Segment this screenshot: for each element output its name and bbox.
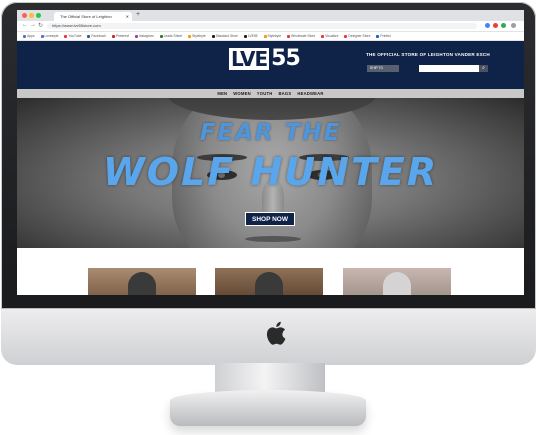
bookmark-item[interactable]: Pinterest	[111, 34, 129, 38]
imac-stand-foot	[170, 390, 366, 426]
bookmark-icon	[211, 34, 215, 38]
bookmark-icon	[376, 34, 380, 38]
bookmark-icon	[263, 34, 267, 38]
extension-icon[interactable]	[501, 23, 506, 28]
bookmark-item[interactable]: Visualize	[321, 34, 338, 38]
search-icon: ⌕	[482, 65, 485, 71]
bookmark-item[interactable]: Stylebyte	[188, 34, 206, 38]
bookmark-icon	[243, 34, 247, 38]
bookmark-item[interactable]: YouTube	[64, 34, 81, 38]
bookmarks-bar: Apps Lovestyle YouTube Facebook Pinteres…	[17, 32, 524, 41]
site-tagline: THE OFFICIAL STORE OF LEIGHTON VANDER ES…	[366, 52, 490, 57]
close-window-button[interactable]	[22, 13, 27, 18]
nav-item-headwear[interactable]: HEADWEAR	[297, 91, 323, 96]
browser-tab-bar: The Official Store of Leighton ✕ +	[17, 10, 524, 21]
main-nav: MEN WOMEN YOUTH BAGS HEADWEAR	[17, 89, 524, 98]
bookmark-icon	[159, 34, 163, 38]
bookmark-item[interactable]: LVE55	[243, 34, 258, 38]
bookmark-item[interactable]: Stylebyte	[263, 34, 281, 38]
hero-mouth	[245, 236, 301, 242]
address-bar-row: ← → ↻ https://www.lve55store.com	[17, 21, 524, 32]
bookmark-icon	[287, 34, 291, 38]
bookmark-item[interactable]: Apps	[23, 34, 35, 38]
url-text: https://www.lve55store.com	[52, 23, 101, 28]
nav-item-youth[interactable]: YOUTH	[257, 91, 273, 96]
bookmark-icon	[64, 34, 68, 38]
nav-item-men[interactable]: MEN	[217, 91, 227, 96]
window-controls	[22, 13, 41, 18]
bookmark-item[interactable]: Leads Sheet	[159, 34, 182, 38]
bookmark-item[interactable]: Facebook	[87, 34, 106, 38]
site-header: LVE 55 THE OFFICIAL STORE OF LEIGHTON VA…	[17, 41, 524, 89]
product-grid	[17, 248, 524, 295]
bookmark-item[interactable]: Instagram	[134, 34, 154, 38]
shop-now-button[interactable]: SHOP NOW	[245, 212, 295, 226]
bookmark-icon	[23, 34, 26, 38]
hero-banner[interactable]: FEAR THE WOLF HUNTER SHOP NOW	[17, 98, 524, 248]
product-image[interactable]	[215, 268, 323, 295]
bookmark-item[interactable]: Standard Store	[211, 34, 238, 38]
ship-to-label: SHIP TO	[370, 66, 384, 70]
logo-boxed-text: LVE	[229, 47, 270, 71]
bookmark-icon	[111, 34, 115, 38]
new-tab-icon[interactable]: +	[136, 11, 140, 18]
hero-headline-line1: FEAR THE	[199, 120, 342, 146]
product-model	[383, 272, 411, 295]
search-button[interactable]: ⌕	[479, 65, 488, 72]
nav-item-women[interactable]: WOMEN	[233, 91, 251, 96]
reload-icon[interactable]: ↻	[38, 22, 43, 29]
bookmark-item[interactable]: Lovestyle	[40, 34, 58, 38]
search-input[interactable]	[419, 65, 479, 72]
nav-item-bags[interactable]: BAGS	[278, 91, 291, 96]
site-logo[interactable]: LVE 55	[229, 46, 301, 71]
product-model	[255, 272, 283, 295]
logo-number: 55	[271, 46, 301, 71]
url-field[interactable]: https://www.lve55store.com	[47, 23, 477, 29]
ship-to-button[interactable]: SHIP TO	[367, 65, 399, 72]
bookmark-item[interactable]: Designer Store	[344, 34, 370, 38]
back-icon[interactable]: ←	[22, 22, 28, 28]
bookmark-item[interactable]: Wholesale Store	[287, 34, 315, 38]
hero-headline-line2: WOLF HUNTER	[102, 150, 439, 194]
minimize-window-button[interactable]	[29, 13, 34, 18]
screen: The Official Store of Leighton ✕ + ← → ↻…	[17, 10, 524, 295]
bookmark-icon	[134, 34, 138, 38]
apple-logo-icon	[266, 321, 286, 345]
browser-tab[interactable]: The Official Store of Leighton ✕	[54, 12, 132, 21]
bookmark-icon	[321, 34, 325, 38]
bookmark-item[interactable]: Printful	[376, 34, 391, 38]
bookmark-icon	[87, 34, 91, 38]
extension-icon[interactable]	[493, 23, 498, 28]
bookmark-icon	[40, 34, 44, 38]
product-model	[128, 272, 156, 295]
close-tab-icon[interactable]: ✕	[126, 12, 129, 21]
profile-avatar[interactable]	[511, 23, 516, 28]
product-image[interactable]	[343, 268, 451, 295]
maximize-window-button[interactable]	[36, 13, 41, 18]
bookmark-icon	[344, 34, 348, 38]
bookmark-icon	[188, 34, 192, 38]
product-image[interactable]	[88, 268, 196, 295]
tab-title: The Official Store of Leighton	[60, 14, 112, 19]
extension-icon[interactable]	[485, 23, 490, 28]
forward-icon[interactable]: →	[30, 22, 36, 28]
